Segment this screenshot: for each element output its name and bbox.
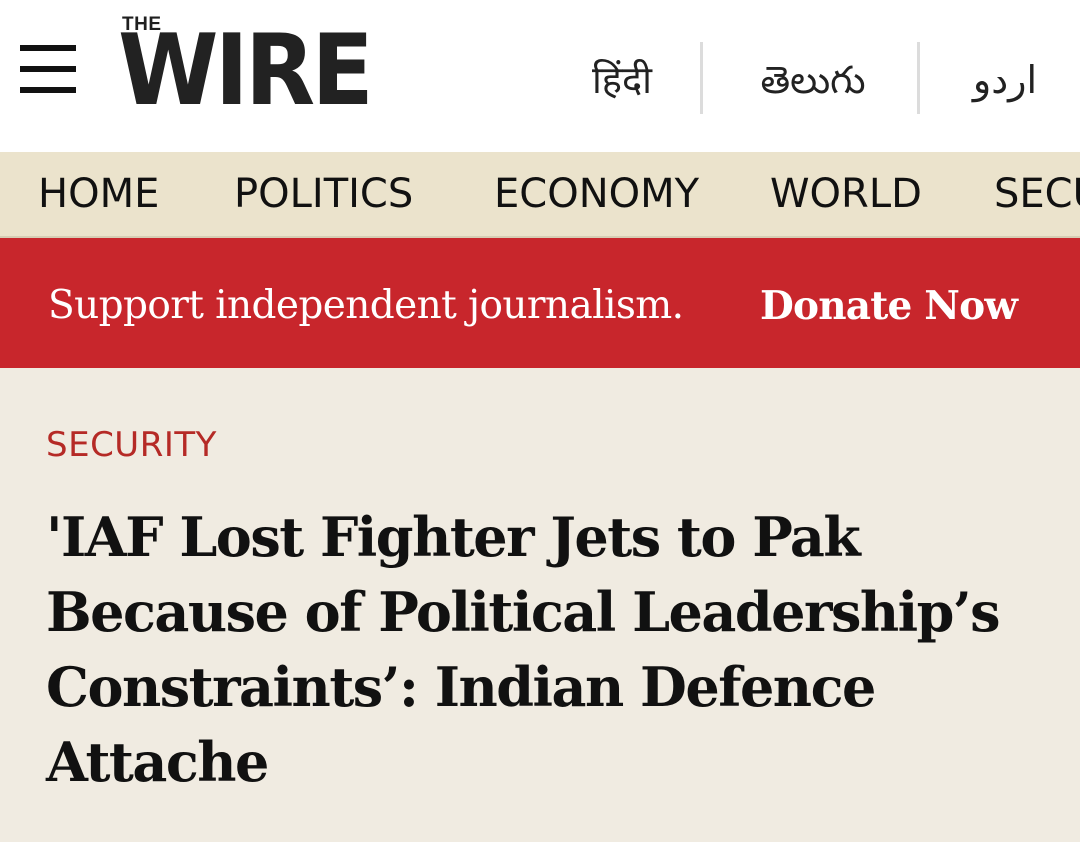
logo-wire-text: WIRE [118, 14, 374, 128]
nav-item-politics[interactable]: POLITICS [234, 152, 413, 236]
donate-banner: Support independent journalism. Donate N… [0, 238, 1080, 368]
article-category-link[interactable]: SECURITY [46, 420, 217, 470]
language-divider [917, 42, 920, 114]
donate-now-link[interactable]: Donate Now [760, 238, 1018, 368]
language-urdu-link[interactable]: اردو [950, 50, 1060, 110]
site-header: THE WIRE हिंदी తెలుగు اردو [0, 0, 1080, 152]
menu-bar [20, 87, 76, 93]
nav-item-economy[interactable]: ECONOMY [494, 152, 699, 236]
nav-item-world[interactable]: WORLD [770, 152, 922, 236]
banner-text: Support independent journalism. [48, 283, 684, 328]
menu-bar [20, 45, 76, 51]
language-divider [700, 42, 703, 114]
article-headline: 'IAF Lost Fighter Jets to Pak Because of… [46, 505, 1001, 794]
language-telugu-link[interactable]: తెలుగు [728, 50, 898, 110]
nav-item-home[interactable]: HOME [38, 152, 159, 236]
site-logo[interactable]: THE WIRE [118, 10, 398, 122]
language-hindi-link[interactable]: हिंदी [572, 50, 672, 110]
hamburger-menu-icon[interactable] [20, 45, 76, 95]
nav-item-security[interactable]: SECU [994, 152, 1080, 236]
menu-bar [20, 66, 76, 72]
main-nav: HOME POLITICS ECONOMY WORLD SECU [0, 152, 1080, 238]
